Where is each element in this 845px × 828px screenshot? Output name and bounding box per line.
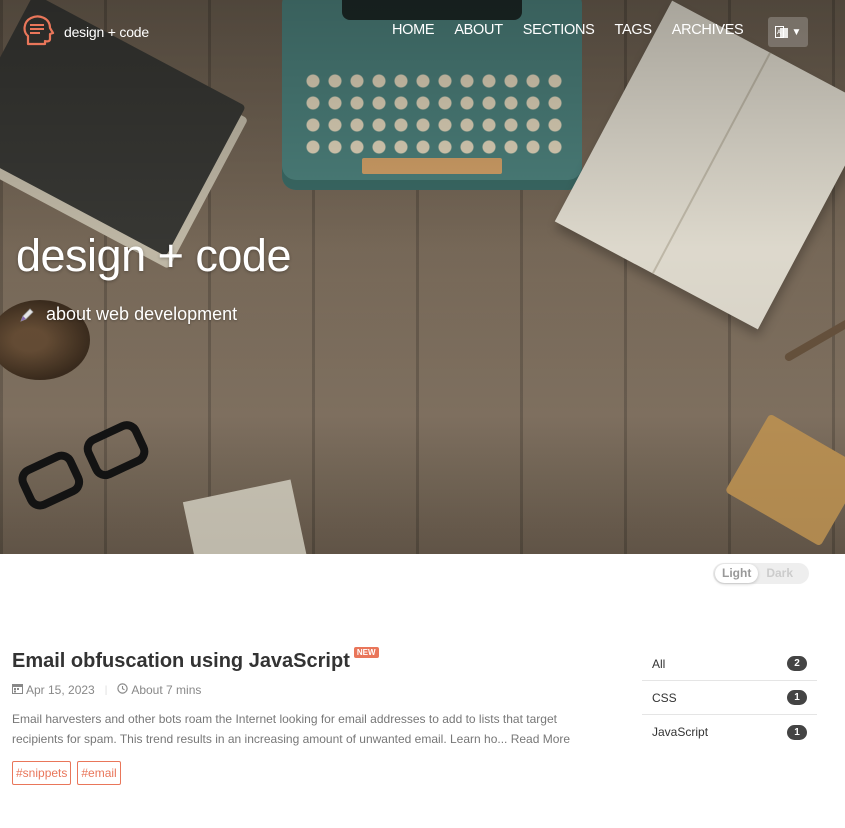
post-card: Email obfuscation using JavaScript NEW Ap… (12, 647, 612, 785)
theme-toggle[interactable]: Light Dark (713, 563, 809, 584)
category-item-javascript[interactable]: JavaScript 1 (642, 715, 817, 749)
navbar: design + code HOME ABOUT SECTIONS TAGS A… (0, 0, 845, 64)
hero-subtitle: about web development (18, 304, 237, 325)
post-read-time: About 7 mins (131, 683, 202, 697)
brand-link[interactable]: design + code (20, 14, 149, 50)
clock-icon (117, 683, 129, 697)
language-icon: A (774, 25, 788, 38)
category-label: CSS (652, 690, 677, 705)
pen-icon (20, 307, 34, 322)
category-count: 1 (787, 690, 807, 705)
hero-subtitle-text: about web development (46, 304, 238, 324)
nav-tags[interactable]: TAGS (615, 22, 653, 38)
stick-image (783, 315, 845, 363)
main-nav: HOME ABOUT SECTIONS TAGS ARCHIVES (392, 22, 763, 38)
post-title[interactable]: Email obfuscation using JavaScript (12, 650, 350, 673)
box-image (724, 413, 845, 547)
post-date: Apr 15, 2023 (26, 683, 95, 697)
category-item-css[interactable]: CSS 1 (642, 681, 817, 715)
category-count: 1 (787, 724, 807, 740)
category-count: 2 (787, 656, 807, 671)
calendar-icon (12, 683, 23, 697)
head-logo-icon (23, 15, 55, 46)
hero-title: design + code (16, 230, 291, 281)
post-excerpt-text: Email harvesters and other bots roam the… (12, 712, 557, 746)
read-more-link[interactable]: Read More (511, 732, 570, 746)
category-label: All (652, 656, 666, 671)
nav-home[interactable]: HOME (392, 22, 435, 38)
category-list: All 2 CSS 1 JavaScript 1 (642, 647, 817, 749)
nav-about[interactable]: ABOUT (454, 22, 503, 38)
post-tags: #snippets #email (12, 761, 612, 785)
tag-snippets[interactable]: #snippets (12, 761, 72, 785)
category-label: JavaScript (652, 725, 709, 739)
glasses-image (13, 413, 166, 527)
nav-archives[interactable]: ARCHIVES (672, 22, 744, 38)
language-button[interactable]: A ▼ (768, 17, 808, 47)
theme-light-option[interactable]: Light (715, 564, 759, 583)
nav-sections[interactable]: SECTIONS (523, 22, 595, 38)
chevron-down-icon: ▼ (791, 26, 802, 38)
post-excerpt: Email harvesters and other bots roam the… (12, 709, 592, 749)
post-meta: Apr 15, 2023 | About 7 mins (12, 683, 612, 697)
new-badge: NEW (353, 647, 379, 658)
card-image (182, 479, 308, 554)
meta-divider: | (104, 684, 108, 696)
tag-email[interactable]: #email (77, 761, 121, 785)
theme-dark-option[interactable]: Dark (759, 563, 800, 584)
category-item-all[interactable]: All 2 (642, 647, 817, 681)
brand-name: design + code (64, 24, 149, 40)
